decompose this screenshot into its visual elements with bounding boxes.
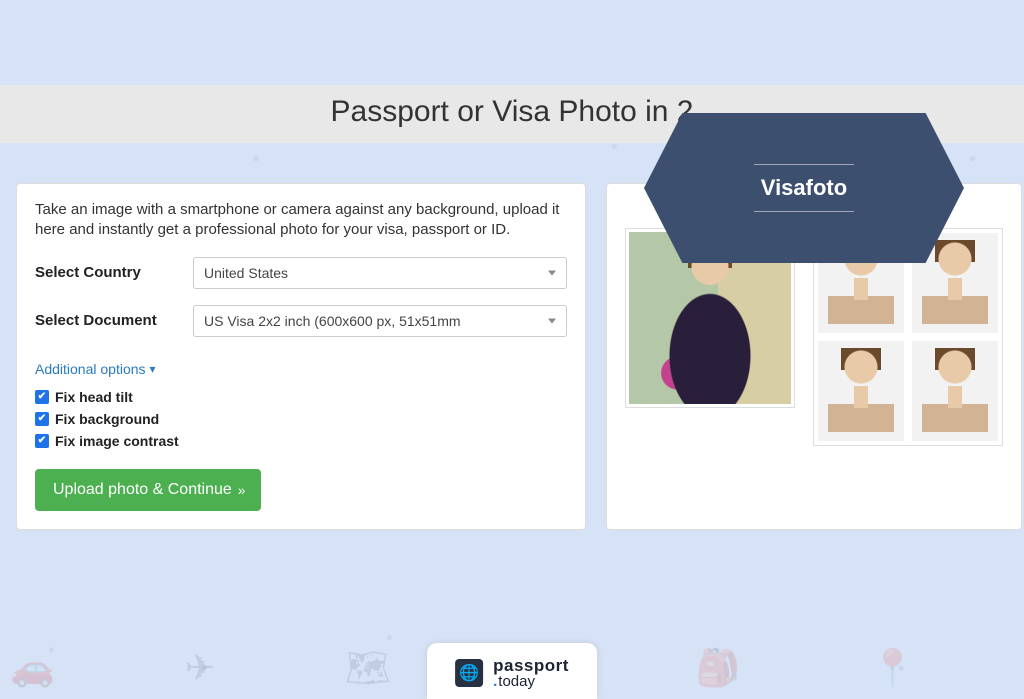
fix-background-checkbox[interactable]: ✔ xyxy=(35,412,49,426)
additional-options-label: Additional options xyxy=(35,361,146,377)
document-label: Select Document xyxy=(35,312,175,329)
fix-background-label: Fix background xyxy=(55,411,159,427)
upload-continue-button[interactable]: Upload photo & Continue » xyxy=(35,469,261,511)
fix-contrast-label: Fix image contrast xyxy=(55,433,179,449)
document-select[interactable]: US Visa 2x2 inch (600x600 px, 51x51mm xyxy=(193,305,567,337)
fix-contrast-checkbox[interactable]: ✔ xyxy=(35,434,49,448)
upload-button-label: Upload photo & Continue xyxy=(53,481,232,499)
chevron-right-icon: » xyxy=(238,482,243,498)
chevron-down-icon: ▾ xyxy=(150,362,156,376)
result-photo xyxy=(818,341,904,441)
country-select[interactable]: United States xyxy=(193,257,567,289)
intro-text: Take an image with a smartphone or camer… xyxy=(35,200,567,241)
additional-options-toggle[interactable]: Additional options ▾ xyxy=(35,361,156,377)
fix-head-tilt-label: Fix head tilt xyxy=(55,389,133,405)
fix-head-tilt-checkbox[interactable]: ✔ xyxy=(35,390,49,404)
globe-icon: 🌐 xyxy=(455,659,483,687)
brand-name-bottom: today xyxy=(493,674,569,689)
brand-card: 🌐 passport today xyxy=(427,643,597,699)
country-select-value: United States xyxy=(204,265,288,281)
badge: Visafoto xyxy=(644,113,964,263)
badge-label: Visafoto xyxy=(761,175,847,201)
result-photo xyxy=(912,341,998,441)
country-label: Select Country xyxy=(35,264,175,281)
document-select-value: US Visa 2x2 inch (600x600 px, 51x51mm xyxy=(204,313,461,329)
upload-panel: Take an image with a smartphone or camer… xyxy=(16,183,586,530)
brand-name-top: passport xyxy=(493,657,569,674)
